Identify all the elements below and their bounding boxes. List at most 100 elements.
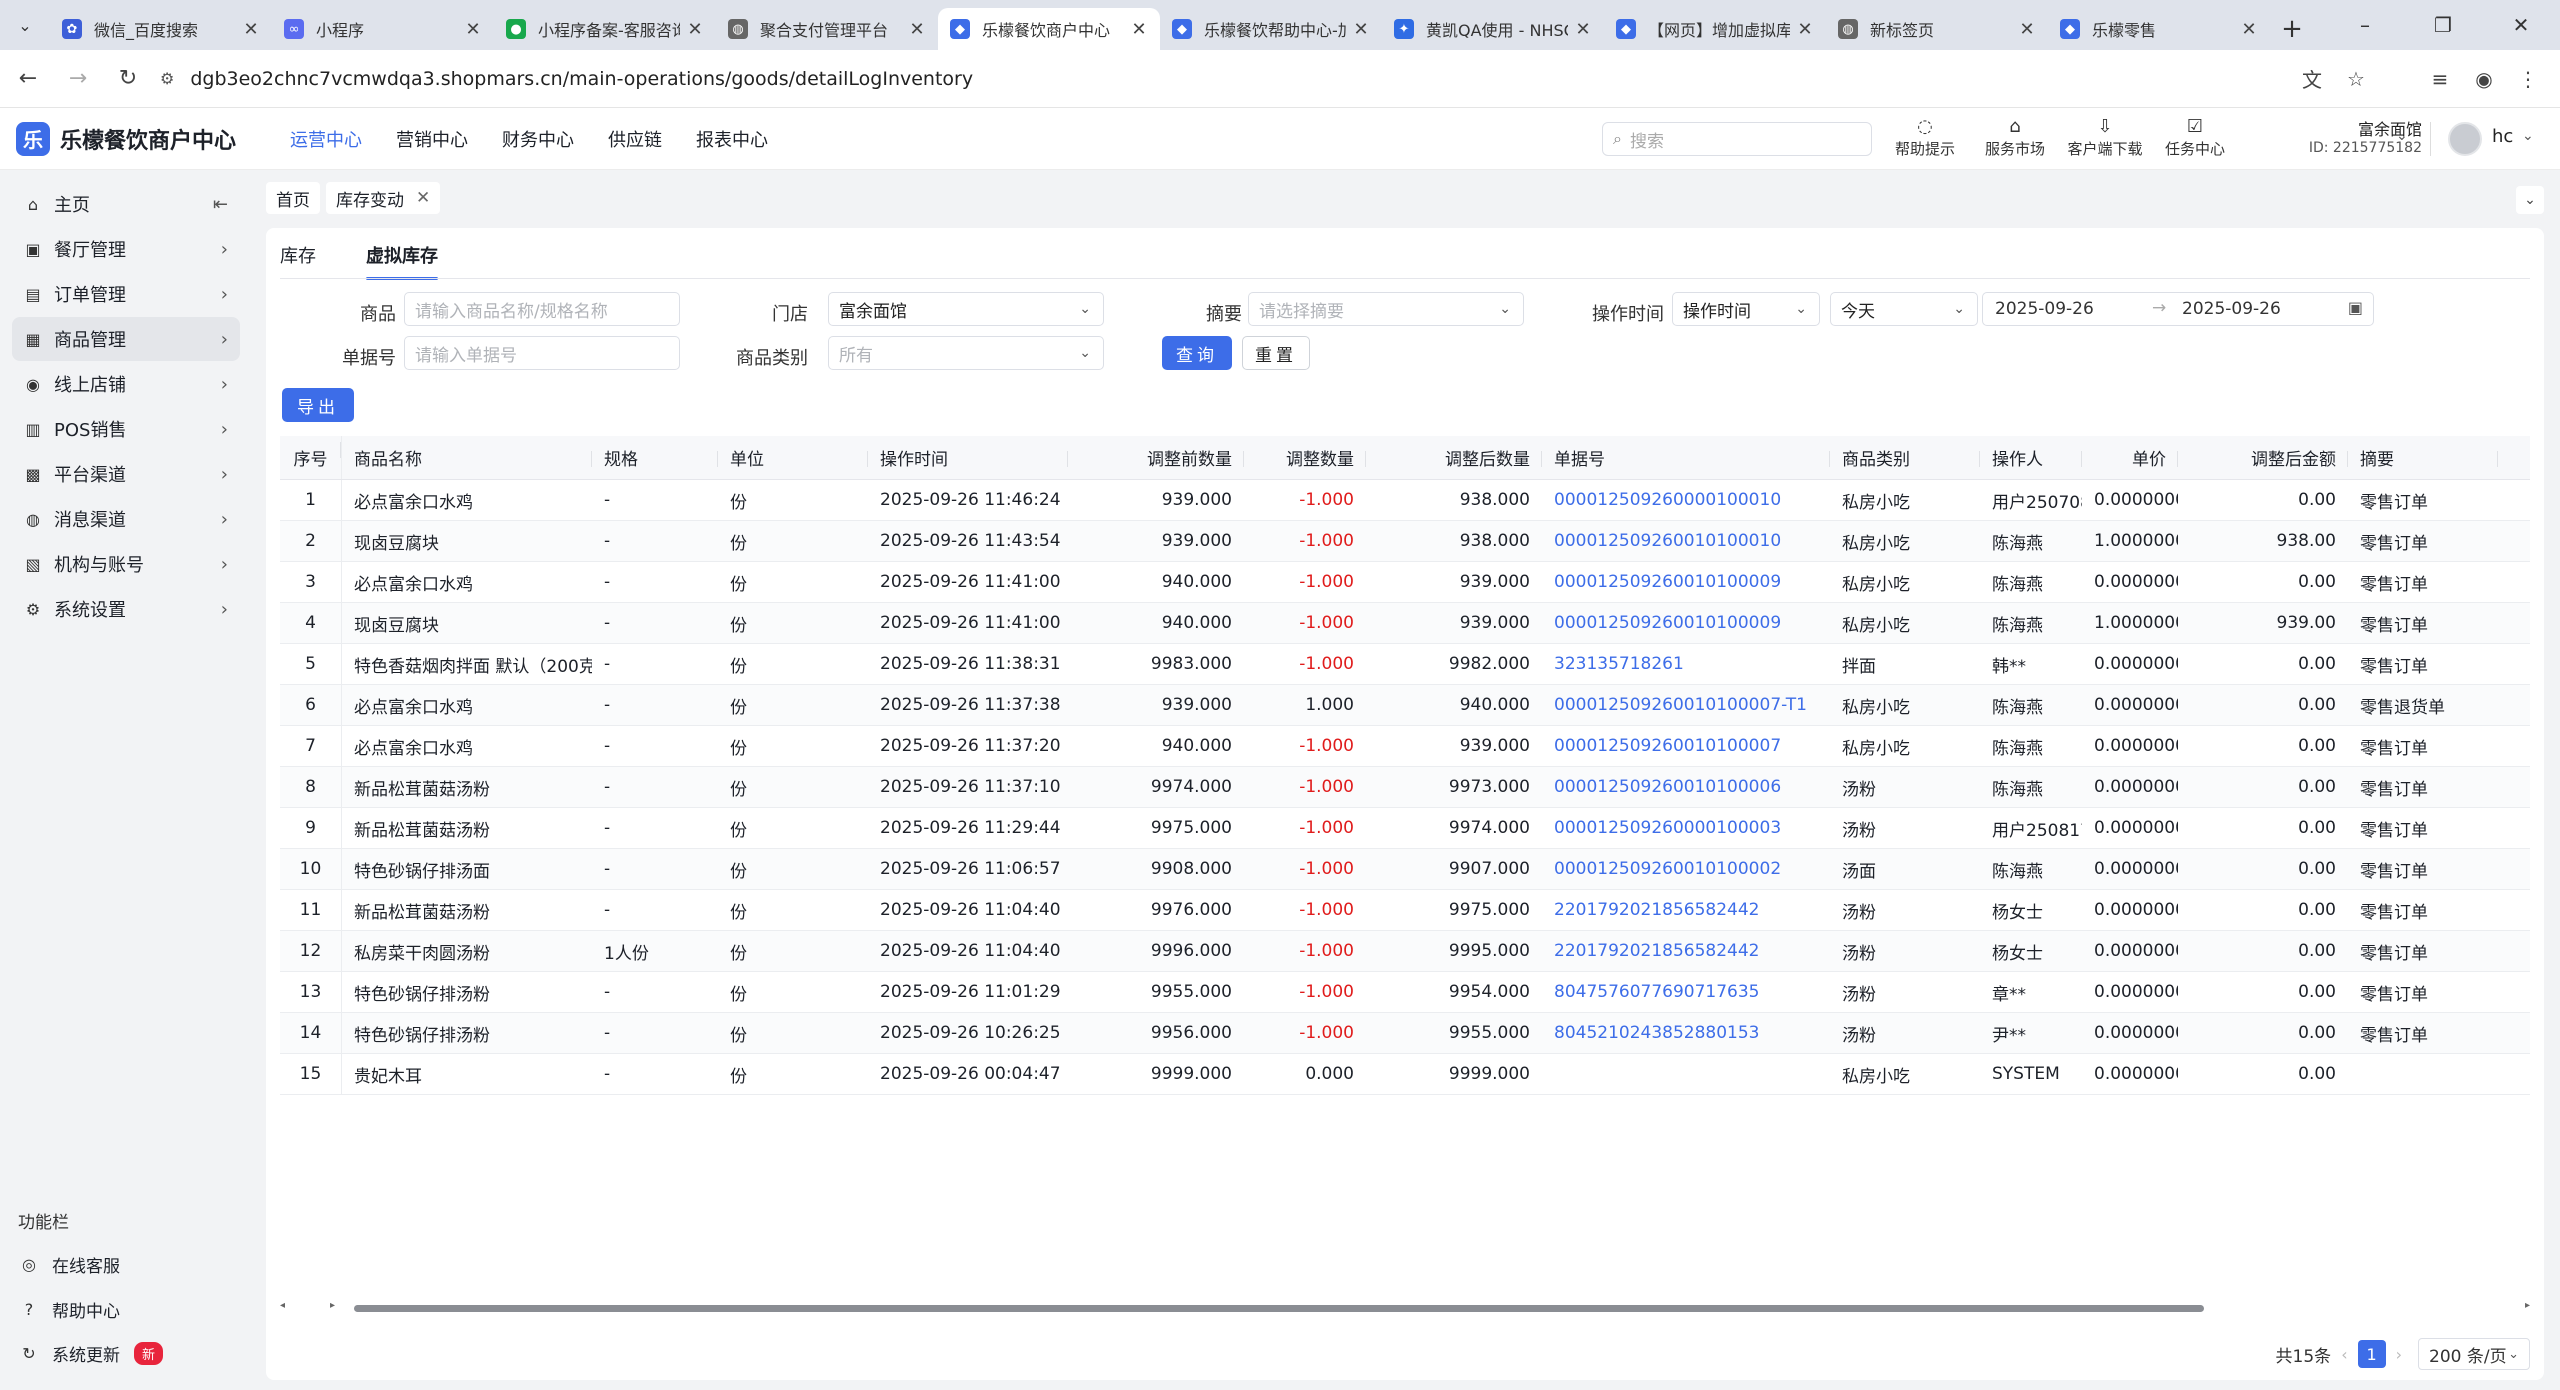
export-button[interactable]: 导出 <box>282 388 354 422</box>
subtab[interactable]: 库存 <box>280 242 316 280</box>
sidebar-item[interactable]: ◍ 消息渠道 › <box>12 497 240 541</box>
col-order-no[interactable]: 000012509260010100002 <box>1542 859 1830 879</box>
user-name[interactable]: hc <box>2492 126 2513 147</box>
col-order-no[interactable]: 323135718261 <box>1542 654 1830 674</box>
collapse-sidebar-icon[interactable]: ⇤ <box>213 194 228 215</box>
close-icon[interactable]: ✕ <box>416 188 430 208</box>
col-order-no[interactable]: 2201792021856582442 <box>1542 941 1830 961</box>
topnav-item[interactable]: 报表中心 <box>696 126 768 152</box>
close-icon[interactable]: ✕ <box>1130 19 1148 40</box>
col-order-no[interactable]: 2201792021856582442 <box>1542 900 1830 920</box>
col-order-no[interactable]: 000012509260010100009 <box>1542 613 1830 633</box>
translate-icon[interactable]: 文 <box>2290 57 2334 101</box>
chevron-down-icon[interactable]: ⌄ <box>2516 186 2544 214</box>
scrollbar-thumb[interactable] <box>354 1305 2204 1312</box>
crumb-current[interactable]: 库存变动 ✕ <box>326 182 441 214</box>
app-logo[interactable]: 乐 乐檬餐饮商户中心 <box>16 121 256 156</box>
sidebar-item[interactable]: ⌂ 主页 ⇤ <box>12 182 240 226</box>
optime-preset-select[interactable]: 今天 ⌄ <box>1830 292 1978 326</box>
chevron-down-icon[interactable]: ⌄ <box>2522 128 2534 144</box>
sidebar-item[interactable]: ▦ 商品管理 › <box>12 317 240 361</box>
col-order-no[interactable]: 000012509260010100006 <box>1542 777 1830 797</box>
horizontal-scrollbar[interactable]: ◂ ▸ ▸ <box>280 1300 2530 1316</box>
sidebar-system-update[interactable]: ↻ 系统更新 新 <box>18 1341 164 1366</box>
close-icon[interactable]: ✕ <box>2240 19 2258 40</box>
close-icon[interactable]: ✕ <box>464 19 482 40</box>
header-tool-3[interactable]: ⇩ 客户端下载 <box>2060 116 2150 159</box>
browser-tab[interactable]: ◍ 聚合支付管理平台 ✕ <box>716 8 938 50</box>
category-select[interactable]: 所有 ⌄ <box>828 336 1104 370</box>
scroll-left-icon[interactable]: ◂ <box>280 1300 285 1311</box>
topnav-item[interactable]: 运营中心 <box>290 126 362 152</box>
summary-select[interactable]: 请选择摘要 ⌄ <box>1248 292 1524 326</box>
table-row[interactable]: 3 必点富余口水鸡 - 份 2025-09-26 11:41:00 940.000 -1.0… <box>280 562 2530 603</box>
scroll-right-small-icon[interactable]: ▸ <box>330 1300 335 1311</box>
minimize-icon[interactable]: – <box>2326 0 2404 50</box>
site-info-icon[interactable]: ⚙ <box>160 69 174 88</box>
global-search-input[interactable]: ⌕ 搜索 <box>1602 122 1872 156</box>
col-order-no[interactable]: 000012509260000100003 <box>1542 818 1830 838</box>
col-order-no[interactable]: 000012509260000100010 <box>1542 490 1830 510</box>
tab-search-menu-icon[interactable]: ⌄ <box>0 0 50 50</box>
sidebar-item[interactable]: ▣ 餐厅管理 › <box>12 227 240 271</box>
sidebar-item[interactable]: ▩ 平台渠道 › <box>12 452 240 496</box>
prev-page-icon[interactable]: ‹ <box>2341 1345 2347 1364</box>
product-search-input[interactable]: 请输入商品名称/规格名称 <box>404 292 680 326</box>
next-page-icon[interactable]: › <box>2396 1345 2402 1364</box>
back-icon[interactable]: ← <box>6 57 50 101</box>
close-window-icon[interactable]: ✕ <box>2482 0 2560 50</box>
header-tool-2[interactable]: ⌂ 服务市场 <box>1970 116 2060 159</box>
close-icon[interactable]: ✕ <box>908 19 926 40</box>
topnav-item[interactable]: 供应链 <box>608 126 662 152</box>
reset-button[interactable]: 重置 <box>1242 336 1310 370</box>
browser-menu-icon[interactable]: ⋮ <box>2506 57 2550 101</box>
sidebar-item[interactable]: ▤ 订单管理 › <box>12 272 240 316</box>
table-row[interactable]: 13 特色砂锅仔排汤粉 - 份 2025-09-26 11:01:29 9955.000 -… <box>280 972 2530 1013</box>
close-icon[interactable]: ✕ <box>242 19 260 40</box>
col-order-no[interactable]: 000012509260010100009 <box>1542 572 1830 592</box>
header-tool-1[interactable]: ◌ 帮助提示 <box>1880 116 1970 159</box>
crumb-home[interactable]: 首页 <box>266 182 320 214</box>
table-row[interactable]: 12 私房菜干肉圆汤粉 1人份 份 2025-09-26 11:04:40 9996.00… <box>280 931 2530 972</box>
sidebar-help-center[interactable]: ? 帮助中心 <box>18 1297 120 1322</box>
topnav-item[interactable]: 财务中心 <box>502 126 574 152</box>
scroll-right-icon[interactable]: ▸ <box>2525 1300 2530 1311</box>
sidebar-item[interactable]: ▥ POS销售 › <box>12 407 240 451</box>
table-row[interactable]: 9 新品松茸菌菇汤粉 - 份 2025-09-26 11:29:44 9975.000 -1… <box>280 808 2530 849</box>
optime-type-select[interactable]: 操作时间 ⌄ <box>1672 292 1820 326</box>
table-row[interactable]: 7 必点富余口水鸡 - 份 2025-09-26 11:37:20 940.000 -1.0… <box>280 726 2530 767</box>
table-row[interactable]: 2 现卤豆腐块 - 份 2025-09-26 11:43:54 939.000 -1.000… <box>280 521 2530 562</box>
browser-tab[interactable]: ∞ 小程序 ✕ <box>272 8 494 50</box>
reload-icon[interactable]: ↻ <box>106 57 150 101</box>
close-icon[interactable]: ✕ <box>1574 19 1592 40</box>
close-icon[interactable]: ✕ <box>1352 19 1370 40</box>
table-row[interactable]: 8 新品松茸菌菇汤粉 - 份 2025-09-26 11:37:10 9974.000 -1… <box>280 767 2530 808</box>
browser-tab[interactable]: ◆ 乐檬零售 ✕ <box>2048 8 2270 50</box>
browser-tab[interactable]: ◆ 【网页】增加虚拟库 ✕ <box>1604 8 1826 50</box>
profile-icon[interactable]: ◉ <box>2462 57 2506 101</box>
query-button[interactable]: 查询 <box>1162 336 1232 370</box>
col-order-no[interactable]: 8045210243852880153 <box>1542 1023 1830 1043</box>
table-row[interactable]: 4 现卤豆腐块 - 份 2025-09-26 11:41:00 940.000 -1.000… <box>280 603 2530 644</box>
close-icon[interactable]: ✕ <box>1796 19 1814 40</box>
browser-tab[interactable]: ● 小程序备案-客服咨询 ✕ <box>494 8 716 50</box>
table-row[interactable]: 10 特色砂锅仔排汤面 - 份 2025-09-26 11:06:57 9908.000 -… <box>280 849 2530 890</box>
maximize-icon[interactable]: ❐ <box>2404 0 2482 50</box>
browser-tab[interactable]: ✿ 微信_百度搜索 ✕ <box>50 8 272 50</box>
page-1-button[interactable]: 1 <box>2357 1340 2386 1368</box>
browser-tab[interactable]: ◍ 新标签页 ✕ <box>1826 8 2048 50</box>
sidebar-item[interactable]: ⚙ 系统设置 › <box>12 587 240 631</box>
orderno-input[interactable]: 请输入单据号 <box>404 336 680 370</box>
calendar-icon[interactable]: ▣ <box>2348 298 2363 317</box>
media-icon[interactable]: ≡ <box>2418 57 2462 101</box>
new-tab-button[interactable]: + <box>2270 8 2314 50</box>
sidebar-item[interactable]: ◉ 线上店铺 › <box>12 362 240 406</box>
date-end-input[interactable]: → 2025-09-26 ▣ <box>2152 292 2374 326</box>
sidebar-online-service[interactable]: ◎ 在线客服 <box>18 1252 120 1277</box>
browser-tab[interactable]: ◆ 乐檬餐饮帮助中心-加 ✕ <box>1160 8 1382 50</box>
topnav-item[interactable]: 营销中心 <box>396 126 468 152</box>
url-field[interactable]: ⚙ dgb3eo2chnc7vcmwdqa3.shopmars.cn/main-… <box>160 59 2290 99</box>
subtab[interactable]: 虚拟库存 <box>366 242 438 280</box>
table-row[interactable]: 5 特色香菇烟肉拌面 默认（200克 - 份 2025-09-26 11:38:31 99… <box>280 644 2530 685</box>
close-icon[interactable]: ✕ <box>2018 19 2036 40</box>
